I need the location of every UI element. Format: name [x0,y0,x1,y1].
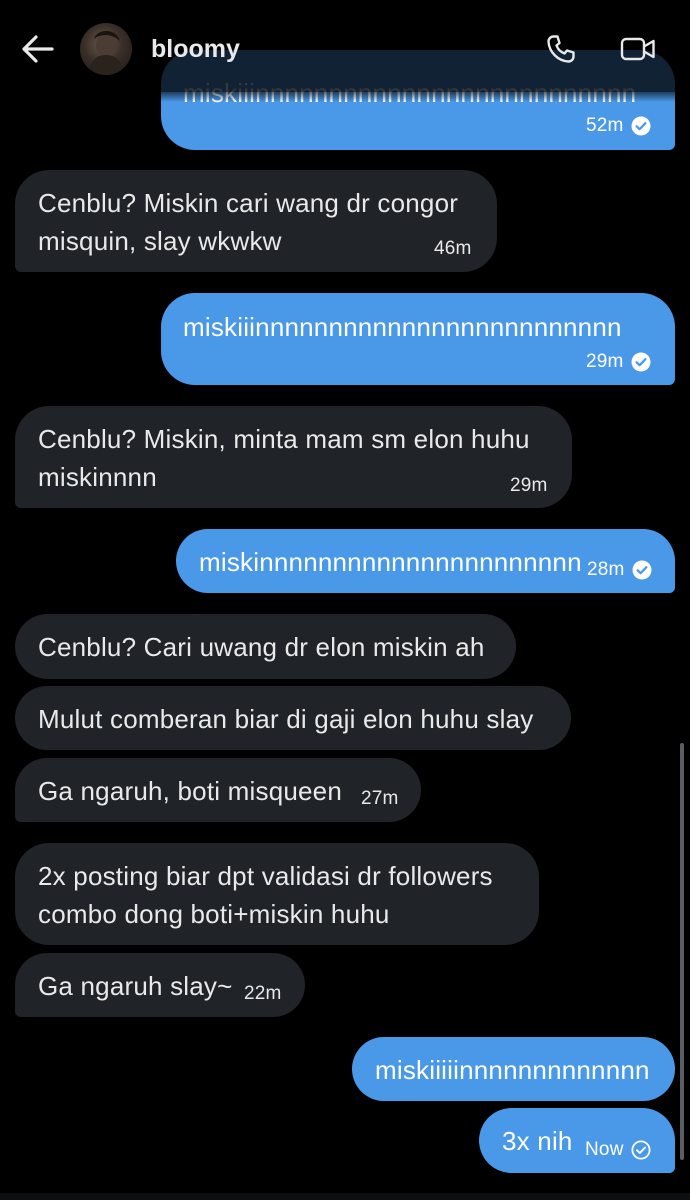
message-meta: 22m [244,983,282,1005]
message-bubble-incoming[interactable]: Cenblu? Miskin, minta mam sm elon huhu m… [15,406,572,508]
message-time: 22m [244,983,282,1004]
message-text: Ga ngaruh, boti misqueen [38,776,342,806]
contact-username[interactable]: bloomy [151,34,240,64]
message-bubble-incoming[interactable]: Mulut comberan biar di gaji elon huhu sl… [15,686,571,750]
message-time: 27m [361,788,399,809]
seen-check-icon [632,560,652,580]
message-meta: 27m [361,788,399,810]
conversation-header: bloomy [0,0,690,92]
message-bubble-incoming[interactable]: Cenblu? Miskin cari wang dr congor misqu… [15,170,497,272]
message-meta: Now [585,1139,651,1161]
message-bubble-incoming[interactable]: Cenblu? Cari uwang dr elon miskin ah [15,614,516,679]
seen-check-icon [631,116,651,136]
scrollbar[interactable] [680,743,684,1160]
sent-check-icon [631,1140,651,1160]
message-text: 2x posting biar dpt validasi dr follower… [38,861,493,929]
message-meta: 29m [510,475,548,497]
message-meta: 28m [587,559,652,581]
message-text: Cenblu? Miskin cari wang dr congor misqu… [38,188,459,256]
message-meta: 52m [586,115,651,137]
message-text: miskiiinnnnnnnnnnnnnnnnnnnnnnnnn [183,312,622,342]
message-time: 29m [510,475,548,496]
video-camera-icon[interactable] [620,36,656,62]
message-text: Cenblu? Cari uwang dr elon miskin ah [38,632,485,662]
header-shadow [0,92,690,102]
composer-edge [0,1193,690,1200]
message-time: 29m [586,351,624,372]
phone-icon[interactable] [545,33,577,65]
message-text: Cenblu? Miskin, minta mam sm elon huhu m… [38,424,530,492]
message-bubble-outgoing[interactable]: miskinnnnnnnnnnnnnnnnnnnnnn 28m [176,529,675,593]
message-text: miskiiiiinnnnnnnnnnnnn [375,1055,650,1085]
message-bubble-incoming[interactable]: Ga ngaruh, boti misqueen 27m [15,758,421,822]
message-list[interactable]: miskiiinnnnnnnnnnnnnnnnnnnnnnnnnn 52m Ce… [0,0,690,1200]
message-bubble-outgoing[interactable]: miskiiiiinnnnnnnnnnnnn [352,1037,675,1101]
seen-check-icon [631,352,651,372]
message-text: Mulut comberan biar di gaji elon huhu sl… [38,704,534,734]
message-meta: 29m [586,351,651,373]
message-time: 28m [587,559,625,580]
message-bubble-incoming[interactable]: Ga ngaruh slay~ 22m [15,953,305,1017]
avatar[interactable] [80,23,132,75]
message-time: 46m [434,238,472,259]
message-time: Now [585,1139,624,1160]
message-bubble-incoming[interactable]: 2x posting biar dpt validasi dr follower… [15,843,539,945]
arrow-left-icon[interactable] [20,34,56,64]
message-time: 52m [586,115,624,136]
message-meta: 46m [434,238,472,260]
message-bubble-outgoing[interactable]: miskiiinnnnnnnnnnnnnnnnnnnnnnnnn 29m [161,293,675,385]
message-bubble-outgoing[interactable]: 3x nih Now [479,1108,675,1173]
